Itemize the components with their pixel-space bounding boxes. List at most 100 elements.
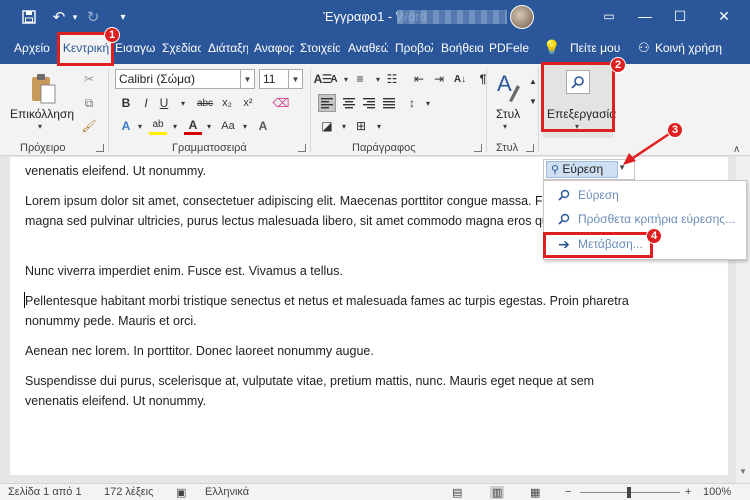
shading-icon[interactable]: ◪ (318, 117, 336, 135)
case-dropdown-icon[interactable]: ▾ (236, 117, 254, 135)
paragraph-launcher-icon[interactable] (474, 144, 482, 152)
user-name-blurred (397, 10, 507, 24)
paragraph: Suspendisse dui purus, scelerisque at, v… (25, 374, 595, 408)
save-icon[interactable] (20, 8, 38, 26)
styles-launcher-icon[interactable] (526, 144, 534, 152)
bold-icon[interactable]: B (117, 94, 135, 112)
word-count[interactable]: 172 λέξεις (104, 486, 153, 498)
find-main-button[interactable]: ⚲ Εύρεση (546, 161, 618, 178)
styles-scroll-up-icon[interactable]: ▲ (524, 72, 542, 90)
highlight-box-goto (543, 232, 653, 258)
avatar[interactable] (510, 5, 534, 29)
web-layout-icon[interactable]: ▦ (530, 486, 540, 499)
italic-icon[interactable]: I (137, 94, 155, 112)
tell-me-box[interactable]: Πείτε μου (570, 41, 620, 55)
zoom-slider-thumb[interactable] (627, 487, 631, 498)
bullets-icon[interactable]: ☰ (318, 70, 336, 88)
borders-icon[interactable]: ⊞ (352, 117, 370, 135)
lightbulb-icon[interactable]: 💡 (543, 39, 557, 56)
tab-references[interactable]: Αναφορές (254, 41, 294, 55)
highlight-icon[interactable]: ab (149, 117, 167, 135)
styles-dropdown-icon[interactable]: ▾ (503, 122, 507, 131)
line-spacing-dropdown-icon[interactable]: ▾ (419, 94, 437, 112)
clear-formatting-icon[interactable]: ⌫ (272, 94, 290, 112)
multilevel-list-icon[interactable]: ☷ (383, 70, 401, 88)
maximize-button[interactable]: ☐ (668, 6, 692, 26)
char-shading-icon[interactable]: A (254, 117, 272, 135)
sort-icon[interactable]: A↓ (450, 70, 470, 88)
paste-dropdown-icon[interactable]: ▾ (38, 122, 42, 131)
format-painter-icon[interactable]: 🖌 (80, 117, 98, 135)
tab-insert[interactable]: Εισαγωγή (115, 41, 155, 55)
tab-review[interactable]: Αναθεώρηση (348, 41, 388, 55)
styles-icon[interactable]: A (494, 70, 522, 104)
chevron-down-icon[interactable]: ▼ (240, 70, 254, 88)
justify-icon[interactable] (380, 94, 398, 112)
zoom-out-icon[interactable]: − (565, 486, 571, 498)
styles-label[interactable]: Στυλ (496, 107, 520, 121)
underline-dropdown-icon[interactable]: ▾ (174, 94, 192, 112)
tab-view[interactable]: Προβολή (395, 41, 433, 55)
proofing-icon[interactable]: ▣ (176, 486, 186, 499)
tab-help[interactable]: Βοήθεια (441, 41, 483, 55)
borders-dropdown-icon[interactable]: ▾ (370, 117, 388, 135)
align-left-icon[interactable] (318, 94, 336, 112)
change-case-icon[interactable]: Aa (218, 117, 238, 135)
show-marks-icon[interactable]: ¶ (474, 70, 492, 88)
language[interactable]: Ελληνικά (205, 486, 249, 498)
group-separator (310, 68, 311, 152)
font-color-dropdown-icon[interactable]: ▾ (200, 117, 218, 135)
highlight-dropdown-icon[interactable]: ▾ (166, 117, 184, 135)
group-separator (538, 68, 539, 152)
paragraph: Aenean nec lorem. In porttitor. Donec la… (25, 344, 374, 358)
zoom-in-icon[interactable]: + (685, 486, 691, 498)
ribbon-display-icon[interactable]: ▭ (597, 6, 621, 26)
undo-dropdown-icon[interactable]: ▾ (66, 8, 84, 26)
strikethrough-icon[interactable]: abc (194, 94, 216, 112)
zoom-level[interactable]: 100% (703, 486, 731, 498)
tab-layout[interactable]: Διάταξη (208, 41, 248, 55)
minimize-button[interactable]: — (633, 6, 657, 26)
copy-icon[interactable]: ⧉ (80, 94, 98, 112)
clipboard-group-label: Πρόχειρο (20, 142, 66, 154)
close-button[interactable]: ✕ (712, 6, 736, 26)
clipboard-launcher-icon[interactable] (96, 144, 104, 152)
font-launcher-icon[interactable] (298, 144, 306, 152)
align-right-icon[interactable] (360, 94, 378, 112)
paste-label[interactable]: Επικόλληση (10, 107, 74, 121)
shading-dropdown-icon[interactable]: ▾ (335, 117, 353, 135)
collapse-ribbon-icon[interactable]: ∧ (733, 144, 740, 155)
print-layout-icon[interactable]: ▥ (490, 486, 505, 499)
search-icon: ⚲ (551, 164, 560, 176)
redo-icon[interactable]: ↻ (84, 8, 102, 26)
page-count[interactable]: Σελίδα 1 από 1 (8, 486, 82, 498)
cut-icon[interactable]: ✂ (80, 70, 98, 88)
read-mode-icon[interactable]: ▤ (452, 486, 462, 499)
customize-icon[interactable]: ▾ (114, 8, 132, 26)
tab-file[interactable]: Αρχείο (14, 41, 54, 55)
menu-item-advanced-find[interactable]: Πρόσθετα κριτήρια εύρεσης... (544, 208, 746, 230)
decrease-indent-icon[interactable]: ⇤ (410, 70, 428, 88)
chevron-down-icon[interactable]: ▼ (288, 70, 302, 88)
underline-icon[interactable]: U (155, 94, 173, 112)
styles-scroll-down-icon[interactable]: ▼ (524, 92, 542, 110)
font-name-combo[interactable]: Calibri (Σώμα) ▼ (115, 69, 255, 89)
paragraph: Pellentesque habitant morbi tristique se… (25, 294, 629, 328)
share-person-icon[interactable]: ⚇ (638, 40, 650, 56)
tab-pdfelement[interactable]: PDFelement (489, 41, 529, 55)
superscript-icon[interactable]: x² (239, 94, 257, 112)
share-button[interactable]: Κοινή χρήση (655, 41, 722, 55)
paste-icon[interactable] (28, 72, 58, 106)
tab-design[interactable]: Σχεδίαση (162, 41, 201, 55)
numbering-icon[interactable]: ≡ (351, 70, 369, 88)
align-center-icon[interactable] (340, 94, 358, 112)
text-effects-dropdown-icon[interactable]: ▾ (131, 117, 149, 135)
font-size-combo[interactable]: 11 ▼ (259, 69, 303, 89)
increase-indent-icon[interactable]: ⇥ (430, 70, 448, 88)
scroll-down-icon[interactable]: ▼ (739, 467, 747, 476)
subscript-icon[interactable]: x₂ (218, 94, 236, 112)
group-separator (108, 68, 109, 152)
font-name-value: Calibri (Σώμα) (119, 72, 195, 86)
menu-item-find[interactable]: Εύρεση (544, 184, 746, 206)
tab-mailings[interactable]: Στοιχεία (300, 41, 340, 55)
